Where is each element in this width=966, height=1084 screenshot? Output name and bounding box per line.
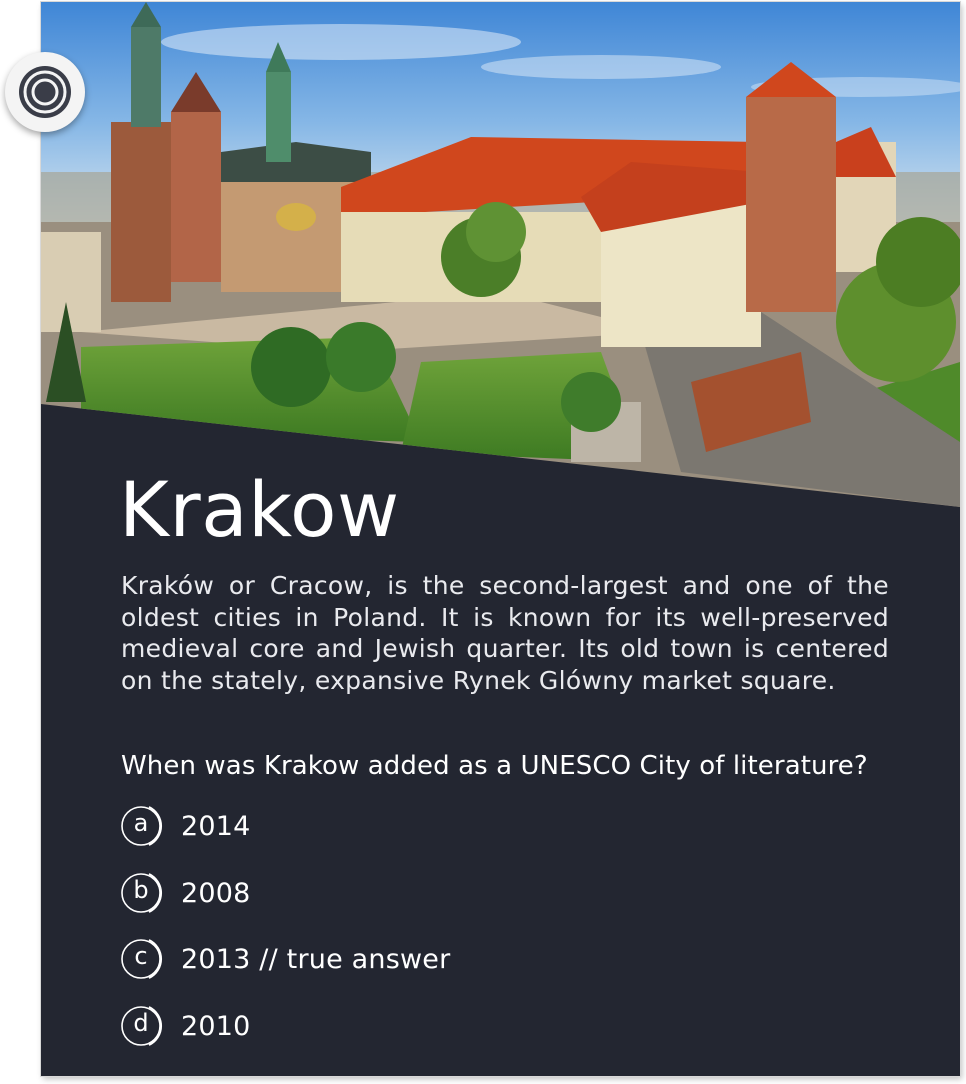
answer-option-d[interactable]: d 2010: [119, 1002, 819, 1050]
option-letter: a: [133, 809, 149, 837]
target-badge: [5, 52, 85, 132]
option-letter-badge: c: [119, 935, 167, 983]
option-label: 2013 // true answer: [181, 943, 451, 975]
option-letter: b: [133, 876, 149, 904]
option-letter-badge: b: [119, 869, 167, 917]
option-letter: c: [134, 942, 148, 970]
city-title: Krakow: [119, 465, 400, 554]
city-description: Kraków or Cracow, is the second-largest …: [121, 571, 889, 695]
hero-image: [41, 2, 960, 512]
wawel-castle-photo: [41, 2, 960, 507]
answer-option-c[interactable]: c 2013 // true answer: [119, 935, 819, 983]
quiz-question: When was Krakow added as a UNESCO City o…: [121, 751, 868, 781]
option-label: 2010: [181, 1010, 251, 1042]
quiz-card: Krakow Kraków or Cracow, is the second-l…: [41, 2, 960, 1076]
answer-option-a[interactable]: a 2014: [119, 802, 819, 850]
option-letter: d: [133, 1009, 149, 1037]
option-letter-badge: d: [119, 1002, 167, 1050]
option-label: 2014: [181, 810, 251, 842]
option-letter-badge: a: [119, 802, 167, 850]
option-label: 2008: [181, 877, 251, 909]
answer-option-b[interactable]: b 2008: [119, 869, 819, 917]
target-rings-icon: [19, 66, 71, 118]
